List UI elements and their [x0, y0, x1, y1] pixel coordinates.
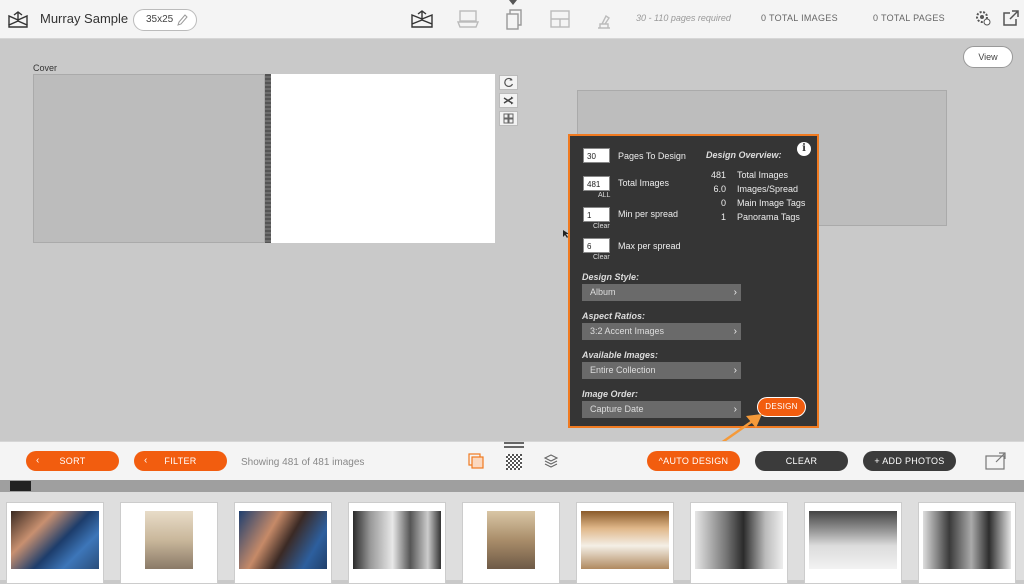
clear-button[interactable]: CLEAR [755, 451, 848, 471]
pages-required-text: 30 - 110 pages required [636, 13, 731, 23]
design-style-value: Album [590, 287, 616, 297]
pencil-icon [177, 14, 188, 26]
album-size-label: 35x25 [146, 14, 174, 25]
available-images-label: Available Images: [582, 350, 659, 360]
aspect-ratios-label: Aspect Ratios: [582, 311, 646, 321]
min-per-spread-input[interactable]: 1 [583, 207, 610, 222]
proof-icon[interactable] [592, 8, 616, 30]
add-photos-button[interactable]: + ADD PHOTOS [863, 451, 956, 471]
photo-wedding-dress-hanging [581, 511, 669, 569]
min-clear-link[interactable]: Clear [593, 223, 610, 230]
photo-bride-makeup-close [239, 511, 327, 569]
total-images-input[interactable]: 481 [583, 176, 610, 191]
view-button[interactable]: View [963, 46, 1013, 68]
photo-thumbnail[interactable] [576, 502, 674, 584]
album-logo-icon[interactable] [6, 7, 30, 31]
overview-panorama-tags-value: 1 [720, 212, 726, 222]
top-bar: Murray Sample 35x25 30 - 110 pages requi… [0, 0, 1024, 39]
album-size-button[interactable]: 35x25 [133, 9, 197, 31]
bottom-toolbar: ‹ SORT ‹ FILTER Showing 481 of 481 image… [0, 441, 1024, 480]
available-images-select[interactable]: Entire Collection › [582, 362, 741, 379]
overview-images-per-spread-value: 6.0 [713, 184, 726, 194]
chevron-right-icon: › [733, 365, 737, 376]
project-title: Murray Sample [40, 11, 129, 26]
auto-design-button[interactable]: ^AUTO DESIGN [647, 451, 740, 471]
overview-total-images-value: 481 [710, 170, 726, 180]
filmstrip [0, 492, 1024, 584]
total-pages-count: 0 TOTAL PAGES [873, 13, 945, 23]
stack-icon[interactable] [467, 452, 485, 470]
export-icon[interactable] [984, 451, 1008, 471]
photo-bride-dress-detail [145, 511, 193, 569]
showing-count-text: Showing 481 of 481 images [241, 457, 365, 468]
cover-back-page[interactable] [33, 74, 265, 243]
pages-to-design-label: Pages To Design [618, 151, 686, 161]
max-clear-link[interactable]: Clear [593, 254, 610, 261]
refresh-icon[interactable] [499, 75, 518, 90]
aspect-ratios-select[interactable]: 3:2 Accent Images › [582, 323, 741, 340]
aspect-ratios-value: 3:2 Accent Images [590, 326, 665, 336]
all-link[interactable]: ALL [598, 192, 610, 199]
cover-front-page[interactable] [271, 74, 495, 243]
chevron-left-icon: ‹ [144, 455, 148, 466]
max-per-spread-input[interactable]: 6 [583, 238, 610, 253]
photo-thumbnail[interactable] [804, 502, 902, 584]
chevron-left-icon: ‹ [36, 455, 40, 466]
layout-icon[interactable] [456, 8, 480, 30]
overview-images-per-spread-label: Images/Spread [737, 184, 799, 194]
photo-bride-makeup [11, 511, 99, 569]
active-tab-indicator [509, 0, 517, 5]
overview-main-tags-label: Main Image Tags [737, 198, 806, 208]
photo-wedding-shoes [487, 511, 535, 569]
total-images-count: 0 TOTAL IMAGES [761, 13, 838, 23]
settings-icon[interactable] [974, 9, 992, 27]
overview-total-images-label: Total Images [737, 170, 789, 180]
filmstrip-scrollbar[interactable] [0, 480, 1024, 492]
available-images-value: Entire Collection [590, 365, 656, 375]
shuffle-icon[interactable] [499, 93, 518, 108]
photo-thumbnail[interactable] [234, 502, 332, 584]
album-icon[interactable] [410, 8, 434, 30]
grid-icon[interactable] [499, 111, 518, 126]
photo-bw-bride-seated [695, 511, 783, 569]
overview-main-tags-value: 0 [720, 198, 726, 208]
handle-bar[interactable] [504, 442, 524, 444]
design-overview-title: Design Overview: [706, 150, 782, 160]
design-style-label: Design Style: [582, 272, 640, 282]
filmstrip-scroll-thumb[interactable] [10, 481, 31, 491]
sort-button[interactable]: ‹ SORT [26, 451, 119, 471]
handle-bar[interactable] [504, 446, 524, 448]
info-icon[interactable]: i [797, 142, 811, 156]
photo-thumbnail[interactable] [690, 502, 788, 584]
image-order-label: Image Order: [582, 389, 639, 399]
chevron-right-icon: › [733, 326, 737, 337]
max-per-spread-label: Max per spread [618, 241, 681, 251]
sort-label: SORT [59, 456, 86, 466]
pages-icon[interactable] [501, 8, 525, 30]
min-per-spread-label: Min per spread [618, 209, 679, 219]
layers-icon[interactable] [543, 453, 559, 469]
filter-label: FILTER [164, 456, 197, 466]
overview-panorama-tags-label: Panorama Tags [737, 212, 800, 222]
spread-icon[interactable] [548, 8, 572, 30]
photo-bw-bride-bed [809, 511, 897, 569]
checker-icon[interactable] [506, 454, 522, 470]
photo-bw-bride-mother [923, 511, 1011, 569]
photo-thumbnail[interactable] [120, 502, 218, 584]
share-icon[interactable] [1002, 9, 1020, 27]
image-order-value: Capture Date [590, 404, 644, 414]
pages-to-design-input[interactable]: 30 [583, 148, 610, 163]
auto-design-panel: 30 Pages To Design 481 ALL Total Images … [568, 134, 819, 428]
photo-thumbnail[interactable] [348, 502, 446, 584]
total-images-label: Total Images [618, 178, 670, 188]
design-style-select[interactable]: Album › [582, 284, 741, 301]
cover-label: Cover [33, 63, 58, 73]
photo-thumbnail[interactable] [462, 502, 560, 584]
filter-button[interactable]: ‹ FILTER [134, 451, 227, 471]
photo-thumbnail[interactable] [918, 502, 1016, 584]
photo-thumbnail[interactable] [6, 502, 104, 584]
chevron-right-icon: › [733, 287, 737, 298]
photo-bw-bride-window [353, 511, 441, 569]
